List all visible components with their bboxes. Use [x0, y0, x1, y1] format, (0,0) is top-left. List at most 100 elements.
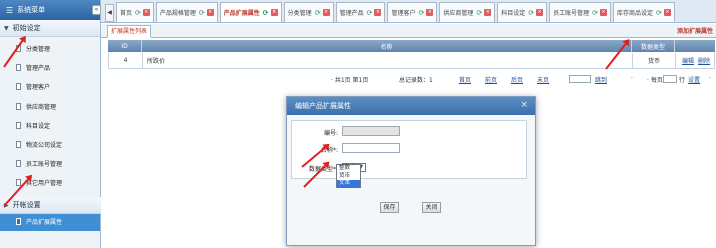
- close-button[interactable]: 关闭: [422, 202, 441, 213]
- data-type-option[interactable]: 整数: [337, 165, 360, 173]
- refresh-icon[interactable]: ⟳: [656, 9, 662, 17]
- column-header-type[interactable]: 数据类型: [632, 40, 675, 52]
- close-icon[interactable]: ×: [374, 9, 382, 16]
- document-icon: [16, 217, 21, 225]
- dialog-title-bar[interactable]: 编辑产品扩展属性 ×: [287, 97, 535, 115]
- sidebar-header: ☰ 系统菜单: [0, 0, 100, 20]
- sidebar-group-label: 开帐设置: [12, 201, 41, 209]
- pager-jump[interactable]: 跳到: [595, 75, 607, 84]
- menu-icon: ☰: [6, 5, 14, 15]
- sidebar-title: 系统菜单: [17, 6, 46, 14]
- id-field: [342, 126, 400, 136]
- sidebar-group-opening-settings[interactable]: ▶ 开帐设置: [0, 197, 101, 214]
- cell-type: 货币: [633, 53, 676, 68]
- refresh-icon[interactable]: ⟳: [315, 9, 321, 17]
- sidebar-item[interactable]: 员工账号管理: [0, 154, 100, 173]
- cell-name: 所跌价: [143, 53, 633, 68]
- sidebar-item[interactable]: 物流公司设定: [0, 135, 100, 154]
- tab[interactable]: 管理产品 ⟳ ×: [335, 2, 386, 22]
- sidebar-item-label: 管理产品: [26, 65, 51, 73]
- refresh-icon[interactable]: ⟳: [592, 9, 598, 17]
- close-icon[interactable]: ×: [536, 9, 544, 16]
- close-icon[interactable]: ×: [484, 9, 492, 16]
- pager-settings[interactable]: 设置: [688, 75, 700, 84]
- chevron-down-icon: ▼: [4, 24, 9, 32]
- close-icon[interactable]: ×: [142, 9, 150, 16]
- sidebar-collapse-button[interactable]: «: [92, 5, 101, 15]
- close-icon[interactable]: ×: [520, 100, 528, 110]
- close-icon[interactable]: ×: [600, 9, 608, 16]
- table-row[interactable]: 4 所跌价 货币 编辑 删除: [108, 53, 715, 69]
- refresh-icon[interactable]: ⟳: [199, 9, 205, 17]
- cell-id: 4: [109, 53, 143, 68]
- name-field[interactable]: [342, 143, 400, 153]
- document-icon: [16, 64, 21, 72]
- pager-first[interactable]: 首页: [459, 75, 471, 84]
- tab[interactable]: 产品规格管理 ⟳ ×: [155, 2, 218, 22]
- tab[interactable]: 科目设定 ⟳ ×: [497, 2, 548, 22]
- refresh-icon[interactable]: ⟳: [263, 9, 269, 17]
- document-icon: [16, 121, 21, 129]
- column-header-id[interactable]: ID: [108, 40, 142, 52]
- pager-per-page-input[interactable]: [663, 75, 677, 83]
- sidebar-item-label: 分类管理: [26, 46, 51, 54]
- tab[interactable]: 分类管理 ⟳ ×: [283, 2, 334, 22]
- refresh-icon[interactable]: ⟳: [476, 9, 482, 17]
- sidebar-group-initial-settings[interactable]: ▼ 初始设定: [0, 20, 100, 37]
- tab-bar: ◀ 首页 ⟳ × 产品规格管理 ⟳ × 产品扩展属性 ⟳ × 分类管理 ⟳ × 管理产品 ⟳ × 管理客户 ⟳ ×…: [101, 0, 716, 23]
- sidebar-item[interactable]: 产品扩展属性: [0, 211, 100, 231]
- sidebar-item[interactable]: 其它用户管理: [0, 173, 100, 192]
- pager-next[interactable]: 后页: [511, 75, 523, 84]
- delete-link[interactable]: 删除: [698, 56, 710, 65]
- tab-label: 库存商品设定: [617, 10, 654, 17]
- sidebar-item-label: 供应商管理: [26, 103, 57, 111]
- sidebar-item[interactable]: 管理产品: [0, 58, 100, 77]
- close-icon[interactable]: ×: [426, 9, 434, 16]
- sidebar-item[interactable]: 管理客户: [0, 77, 100, 96]
- sidebar-item-label: 员工账号管理: [26, 161, 63, 169]
- pager-dot-end: ·: [709, 75, 711, 82]
- save-button[interactable]: 保存: [380, 202, 399, 213]
- subtab-attribute-list[interactable]: 扩展属性列表: [107, 25, 152, 38]
- data-type-option[interactable]: 文本: [337, 180, 360, 188]
- pager-last[interactable]: 末页: [537, 75, 549, 84]
- sidebar-item[interactable]: 科目设定: [0, 116, 100, 135]
- data-type-option[interactable]: 货币: [337, 173, 360, 181]
- pager-prev[interactable]: 前页: [485, 75, 497, 84]
- refresh-icon[interactable]: ⟳: [528, 9, 534, 17]
- tab-label: 产品规格管理: [159, 10, 196, 17]
- document-icon: [16, 102, 21, 110]
- pager-jump-input[interactable]: [569, 75, 591, 83]
- close-icon[interactable]: ×: [322, 9, 330, 16]
- pager-row-unit: 行: [679, 77, 686, 84]
- sidebar-item[interactable]: 供应商管理: [0, 97, 100, 116]
- close-icon[interactable]: ×: [270, 9, 278, 16]
- tab[interactable]: 库存商品设定 ⟳ ×: [613, 2, 675, 22]
- column-header-name[interactable]: 名称: [142, 40, 632, 52]
- tab-scroll-left-button[interactable]: ◀: [105, 4, 114, 22]
- sub-tab-bar: 扩展属性列表 添加扩展属性: [101, 24, 716, 38]
- tab[interactable]: 员工账号管理 ⟳ ×: [549, 2, 612, 22]
- add-attribute-link[interactable]: 添加扩展属性: [677, 26, 713, 35]
- tab[interactable]: 首页 ⟳ ×: [116, 2, 154, 22]
- pager-dot: ·: [631, 75, 633, 82]
- edit-link[interactable]: 编辑: [682, 56, 694, 65]
- refresh-icon[interactable]: ⟳: [418, 9, 424, 17]
- edit-attribute-dialog: 编辑产品扩展属性 × 编号: 名称*: 数据类型*: 文本 ▼ 保存 关闭: [286, 96, 536, 246]
- tab[interactable]: 产品扩展属性 ⟳ ×: [219, 2, 282, 22]
- dialog-title: 编辑产品扩展属性: [295, 102, 351, 110]
- tab-label: 首页: [120, 10, 133, 17]
- pager-records: 总记录数：1: [399, 77, 433, 84]
- document-icon: [16, 83, 21, 91]
- close-icon[interactable]: ×: [206, 9, 214, 16]
- refresh-icon[interactable]: ⟳: [367, 9, 373, 17]
- sidebar-item-label: 产品扩展属性: [26, 218, 63, 226]
- pager: · 共1页 第1页 总记录数：1 首页 前页 后页 末页 跳到 · · 每页 行…: [331, 75, 716, 85]
- tab-label: 管理客户: [391, 10, 416, 17]
- tab-label: 管理产品: [339, 10, 364, 17]
- tab[interactable]: 管理客户 ⟳ ×: [387, 2, 438, 22]
- refresh-icon[interactable]: ⟳: [135, 9, 141, 17]
- tab[interactable]: 供应商管理 ⟳ ×: [439, 2, 496, 22]
- app-root: ☰ 系统菜单 « ▼ 初始设定 分类管理 管理产品 管理客户 供应商管理 科目设定 物流公…: [0, 0, 716, 248]
- close-icon[interactable]: ×: [663, 9, 671, 16]
